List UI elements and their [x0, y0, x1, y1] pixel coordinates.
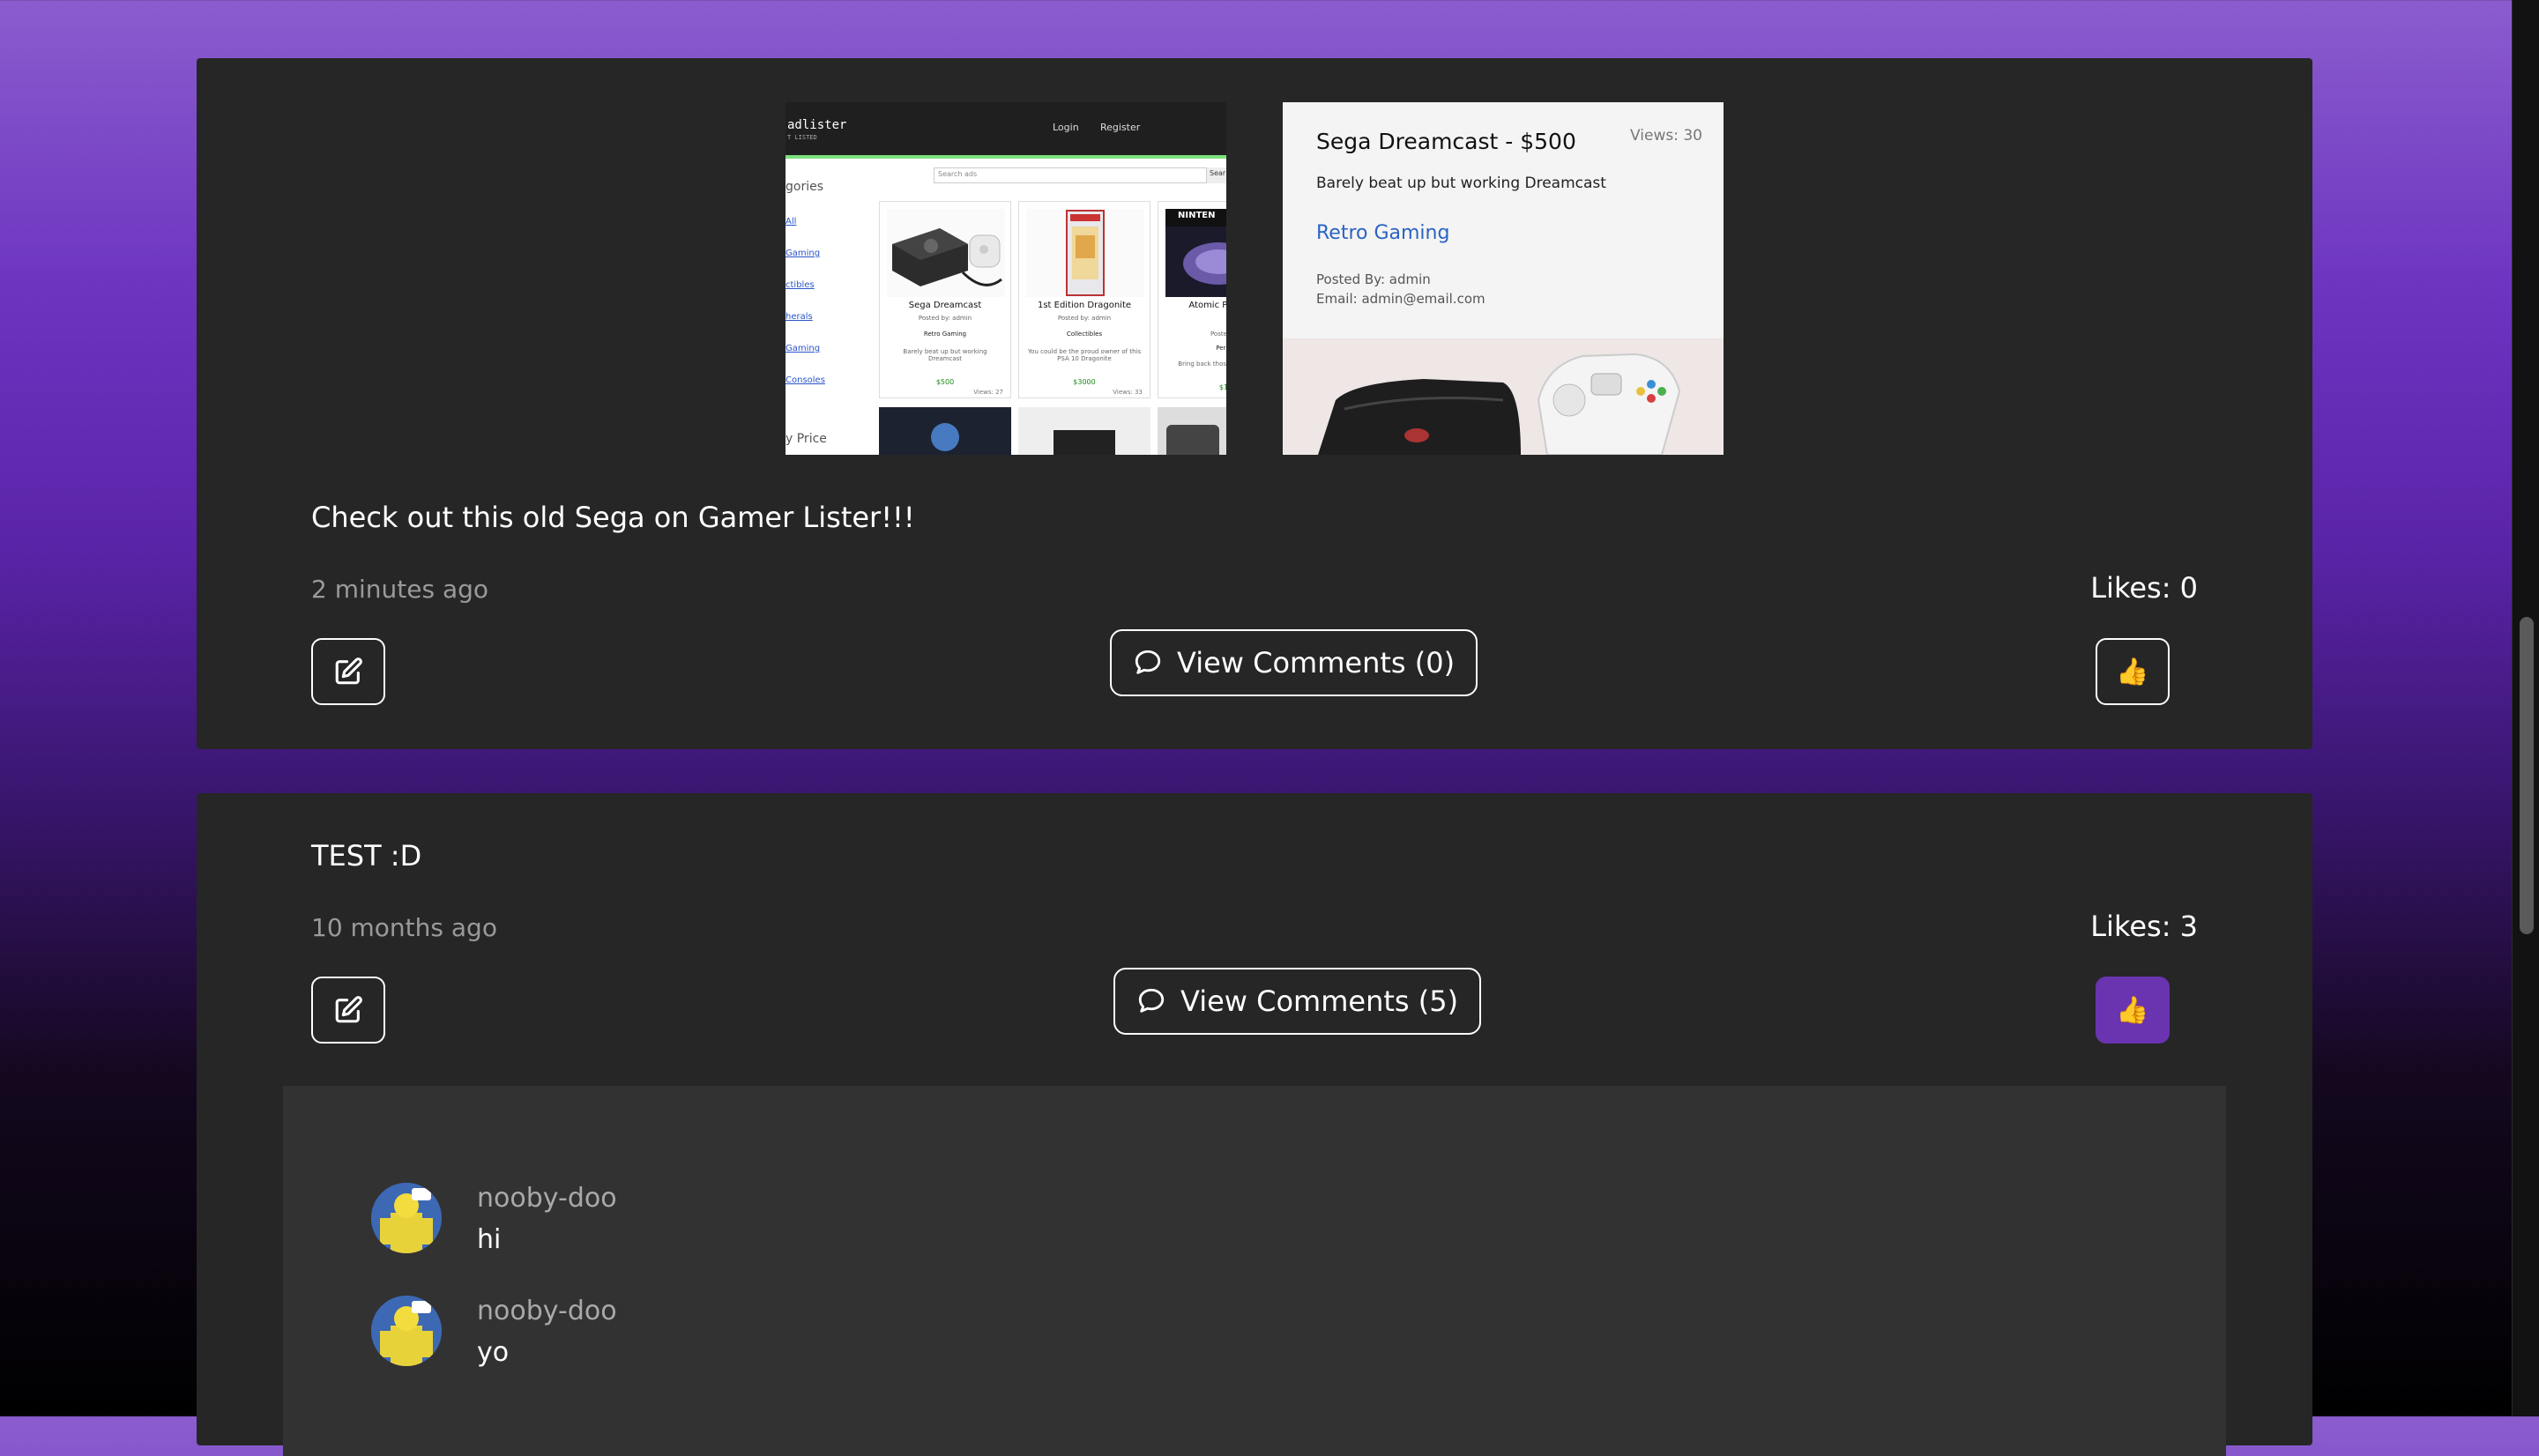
preview-product-posted: Posted by: admin	[918, 315, 972, 322]
nintendo-box-thumbnail	[1165, 209, 1226, 297]
preview-ad-email: Email: admin@email.com	[1316, 291, 1485, 307]
view-comments-label: View Comments (5)	[1180, 984, 1459, 1018]
dragonite-card-thumbnail	[1026, 209, 1144, 297]
thumbs-up-icon: 👍	[2116, 994, 2149, 1026]
comment-bubble-icon	[1135, 650, 1161, 674]
thumbs-up-icon: 👍	[2116, 656, 2149, 687]
preview-product-category: Collectibles	[1066, 331, 1103, 338]
like-button-active[interactable]: 👍	[2096, 977, 2170, 1044]
preview-category: Consoles	[786, 375, 825, 385]
preview-product-category: Retro Gaming	[923, 331, 967, 338]
post-card: TEST :D 10 months ago Likes: 3 View Comm…	[197, 793, 2312, 1456]
comments-panel: nooby-doo hi nooby-doo yo	[283, 1086, 2226, 1456]
preview-product-category: Perip	[1216, 345, 1226, 352]
comment-item: nooby-doo yo	[371, 1296, 617, 1368]
scrollbar-thumb[interactable]	[2520, 617, 2534, 934]
preview-product-desc: Barely beat up but working Dreamcast	[903, 348, 987, 362]
preview-product-title: Atomic Pu contr	[1188, 301, 1226, 310]
preview-product-price: $500	[935, 378, 955, 386]
preview-ad-description: Barely beat up but working Dreamcast	[1316, 175, 1606, 192]
post-image-site-screenshot: adlister T LISTED Login Register Search …	[786, 102, 1226, 455]
preview-product-card: Sega Dreamcast Posted by: admin Retro Ga…	[879, 201, 1011, 398]
likes-count: Likes: 3	[2090, 910, 2198, 943]
preview-product-posted: Posted b	[1210, 331, 1226, 338]
preview-categories-heading: gories	[786, 180, 824, 194]
preview-nav-register: Register	[1100, 122, 1141, 133]
comment-username[interactable]: nooby-doo	[477, 1296, 617, 1326]
view-comments-button[interactable]: View Comments (5)	[1113, 968, 1482, 1035]
preview-ad-title: Sega Dreamcast - $500	[1316, 129, 1576, 154]
preview-product-card: 1st Edition Dragonite Posted by: admin C…	[1018, 201, 1150, 398]
preview-product-price: $1	[1218, 383, 1226, 391]
comment-text: yo	[477, 1337, 510, 1368]
preview-product-image	[1158, 407, 1226, 455]
preview-product-desc: You could be the proud owner of this PSA…	[1027, 348, 1142, 362]
view-comments-label: View Comments (0)	[1177, 646, 1456, 680]
dreamcast-thumbnail	[887, 209, 1005, 297]
comment-text: hi	[477, 1224, 502, 1255]
preview-brand: adlister	[787, 118, 847, 132]
avatar	[371, 1183, 442, 1253]
post-text: TEST :D	[311, 839, 422, 873]
preview-category: ctibles	[786, 280, 815, 290]
preview-product-posted: Posted by: admin	[1057, 315, 1112, 322]
post-card: adlister T LISTED Login Register Search …	[197, 58, 2312, 749]
post-image-ad-screenshot: Sega Dreamcast - $500 Views: 30 Barely b…	[1283, 102, 1724, 455]
preview-ad-posted-by: Posted By: admin	[1316, 271, 1431, 287]
dreamcast-photo	[1283, 338, 1724, 455]
page-scrollbar[interactable]	[2512, 0, 2539, 1416]
preview-ad-category: Retro Gaming	[1316, 222, 1450, 244]
preview-product-title: Sega Dreamcast	[908, 301, 982, 310]
comment-bubble-icon	[1138, 988, 1165, 1013]
post-timestamp: 2 minutes ago	[311, 575, 489, 604]
edit-post-button[interactable]	[311, 977, 385, 1044]
preview-product-views: Views: 27	[973, 389, 1003, 396]
preview-product-views: Views: 33	[1113, 389, 1143, 396]
preview-category: Gaming	[786, 344, 821, 353]
view-comments-button[interactable]: View Comments (0)	[1110, 629, 1478, 696]
preview-price-filter-label: y Price	[786, 432, 827, 446]
preview-product-logo-text: NINTEN	[1178, 211, 1216, 220]
preview-product-card: NINTEN Atomic Pu contr Posted b Perip Br…	[1158, 201, 1226, 398]
preview-product-image	[879, 407, 1011, 455]
post-text: Check out this old Sega on Gamer Lister!…	[311, 501, 915, 534]
comment-item: nooby-doo hi	[371, 1183, 617, 1255]
preview-tagline: T LISTED	[787, 134, 817, 141]
edit-post-button[interactable]	[311, 638, 385, 705]
post-timestamp: 10 months ago	[311, 913, 497, 942]
edit-icon	[335, 996, 362, 1023]
comment-username[interactable]: nooby-doo	[477, 1183, 617, 1214]
preview-category: All	[786, 217, 797, 227]
preview-ad-views: Views: 30	[1630, 127, 1702, 145]
preview-category: Gaming	[786, 249, 821, 258]
preview-search-field: Search ads	[934, 167, 1207, 183]
preview-product-desc: Bring back those with this cla	[1178, 360, 1226, 368]
preview-search-button: Sear	[1207, 167, 1226, 183]
preview-nav-login: Login	[1053, 122, 1079, 133]
preview-category: herals	[786, 312, 813, 322]
likes-count: Likes: 0	[2090, 571, 2198, 605]
preview-product-image	[1018, 407, 1150, 455]
like-button[interactable]: 👍	[2096, 638, 2170, 705]
preview-product-title: 1st Edition Dragonite	[1037, 301, 1132, 310]
avatar	[371, 1296, 442, 1366]
edit-icon	[335, 657, 362, 685]
preview-product-price: $3000	[1073, 378, 1096, 386]
